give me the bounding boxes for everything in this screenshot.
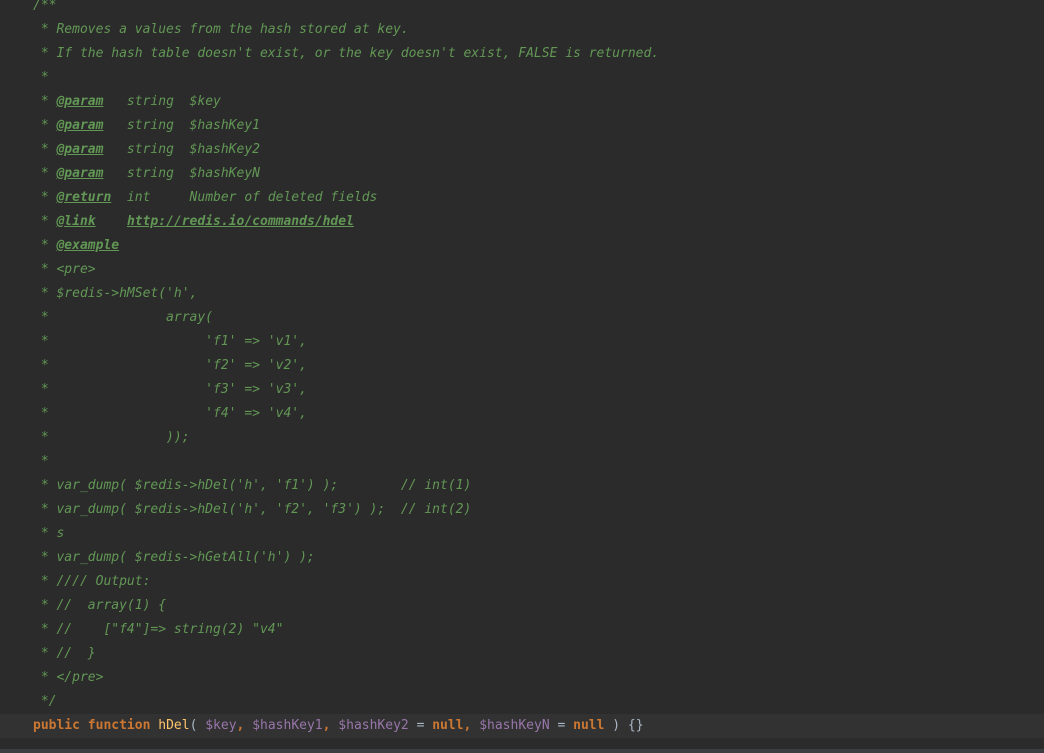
code-editor[interactable]: /** * Removes a values from the hash sto…: [0, 0, 1044, 753]
code-line[interactable]: * If the hash table doesn't exist, or th…: [0, 42, 1044, 66]
code-token: * 'f1' => 'v1',: [33, 334, 307, 349]
code-token: *: [33, 190, 57, 205]
code-token: *: [33, 454, 49, 469]
code-token: string $hashKeyN: [103, 166, 260, 181]
code-line[interactable]: * @param string $key: [0, 90, 1044, 114]
code-token: * var_dump( $redis->hDel('h', 'f1') ); /…: [33, 478, 472, 493]
code-line[interactable]: * @return int Number of deleted fields: [0, 186, 1044, 210]
code-token: @param: [56, 94, 104, 109]
code-token: *: [33, 142, 57, 157]
code-token: @param: [56, 142, 104, 157]
code-token: /**: [33, 0, 57, 13]
code-token: *: [33, 214, 57, 229]
code-token: $hashKey1: [252, 718, 323, 733]
code-line[interactable]: /**: [0, 0, 1044, 18]
code-token: $hashKey2: [338, 718, 409, 733]
code-line[interactable]: * @param string $hashKey2: [0, 138, 1044, 162]
code-line[interactable]: * @link http://redis.io/commands/hdel: [0, 210, 1044, 234]
code-line[interactable]: * // ["f4"]=> string(2) "v4": [0, 618, 1044, 642]
code-token: * ));: [33, 430, 190, 445]
code-token: * </pre>: [33, 670, 104, 685]
code-line[interactable]: * 'f2' => 'v2',: [0, 354, 1044, 378]
code-line[interactable]: * s: [0, 522, 1044, 546]
code-line[interactable]: * 'f3' => 'v3',: [0, 378, 1044, 402]
code-token: * // ["f4"]=> string(2) "v4": [33, 622, 284, 637]
code-token: int Number of deleted fields: [111, 190, 378, 205]
code-token: string $hashKey2: [103, 142, 260, 157]
code-token: =: [408, 718, 433, 733]
code-line[interactable]: * array(: [0, 306, 1044, 330]
code-token: *: [33, 118, 57, 133]
code-line[interactable]: * ));: [0, 426, 1044, 450]
code-line[interactable]: * @param string $hashKeyN: [0, 162, 1044, 186]
code-token: hDel: [158, 718, 190, 733]
code-token: * // }: [33, 646, 96, 661]
code-line[interactable]: *: [0, 66, 1044, 90]
code-token: * <pre>: [33, 262, 96, 277]
code-token: * 'f4' => 'v4',: [33, 406, 307, 421]
code-line[interactable]: * var_dump( $redis->hGetAll('h') );: [0, 546, 1044, 570]
code-token: public: [33, 718, 80, 733]
code-line[interactable]: * 'f4' => 'v4',: [0, 402, 1044, 426]
code-line[interactable]: * $redis->hMSet('h',: [0, 282, 1044, 306]
code-token: * var_dump( $redis->hDel('h', 'f2', 'f3'…: [33, 502, 472, 517]
code-token: *: [33, 70, 49, 85]
code-token: * // array(1) {: [33, 598, 167, 613]
code-token: *: [33, 166, 57, 181]
code-token: * Removes a values from the hash stored …: [33, 22, 409, 37]
code-line[interactable]: * //// Output:: [0, 570, 1044, 594]
code-line[interactable]: * // }: [0, 642, 1044, 666]
code-token: *: [33, 94, 57, 109]
code-token: * var_dump( $redis->hGetAll('h') );: [33, 550, 315, 565]
code-token: null: [573, 718, 605, 733]
code-line[interactable]: * @example: [0, 234, 1044, 258]
code-token: string $hashKey1: [103, 118, 260, 133]
code-line[interactable]: * 'f1' => 'v1',: [0, 330, 1044, 354]
code-token: * $redis->hMSet('h',: [33, 286, 198, 301]
code-token: null: [432, 718, 464, 733]
code-token: @return: [56, 190, 112, 205]
code-token: * 'f2' => 'v2',: [33, 358, 307, 373]
code-token: $hashKeyN: [479, 718, 550, 733]
code-token: ) {}: [604, 718, 644, 733]
code-line[interactable]: */: [0, 690, 1044, 714]
code-line[interactable]: * </pre>: [0, 666, 1044, 690]
code-token: string $key: [103, 94, 221, 109]
code-line-current[interactable]: public function hDel( $key, $hashKey1, $…: [0, 714, 1044, 738]
code-line[interactable]: *: [0, 450, 1044, 474]
code-token: */: [33, 694, 57, 709]
code-token: =: [549, 718, 574, 733]
code-line[interactable]: * var_dump( $redis->hDel('h', 'f1') ); /…: [0, 474, 1044, 498]
code-token: @param: [56, 118, 104, 133]
code-token[interactable]: http://redis.io/commands/hdel: [127, 214, 354, 229]
code-token: * //// Output:: [33, 574, 151, 589]
code-line[interactable]: * Removes a values from the hash stored …: [0, 18, 1044, 42]
code-token: @link: [56, 214, 96, 229]
code-token: @example: [56, 238, 120, 253]
code-line[interactable]: * var_dump( $redis->hDel('h', 'f2', 'f3'…: [0, 498, 1044, 522]
code-line[interactable]: * <pre>: [0, 258, 1044, 282]
code-token: * 'f3' => 'v3',: [33, 382, 307, 397]
code-line[interactable]: * @param string $hashKey1: [0, 114, 1044, 138]
code-token: *: [33, 238, 57, 253]
code-line[interactable]: * // array(1) {: [0, 594, 1044, 618]
code-token: * s: [33, 526, 65, 541]
horizontal-scrollbar[interactable]: [0, 749, 1044, 753]
code-lines: /** * Removes a values from the hash sto…: [0, 0, 1044, 738]
code-token: @param: [56, 166, 104, 181]
code-token: * If the hash table doesn't exist, or th…: [33, 46, 660, 61]
code-token: * array(: [33, 310, 214, 325]
code-token: (: [189, 718, 206, 733]
code-token: $key: [205, 718, 237, 733]
code-token: function: [87, 718, 151, 733]
